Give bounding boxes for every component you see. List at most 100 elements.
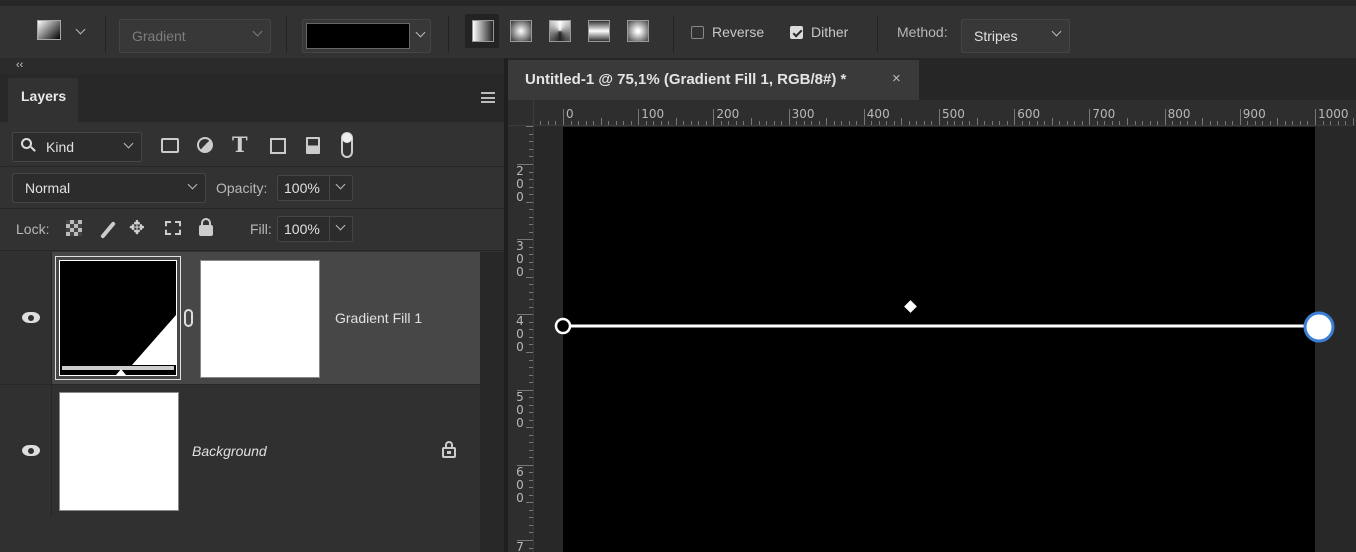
visibility-toggle[interactable] bbox=[0, 252, 52, 384]
lock-icon[interactable] bbox=[442, 441, 456, 458]
lock-all-icon[interactable] bbox=[199, 218, 213, 236]
layer-mask-thumbnail[interactable] bbox=[200, 260, 320, 378]
linear-gradient-icon[interactable] bbox=[472, 20, 494, 42]
ruler-major-tick bbox=[863, 109, 865, 125]
vertical-ruler[interactable]: 2 0 0 3 0 0 4 0 0 5 0 0 6 0 0 7 bbox=[508, 126, 534, 552]
ruler-minor-tick bbox=[529, 336, 533, 338]
ruler-minor-tick bbox=[961, 121, 963, 125]
ruler-major-tick bbox=[1089, 109, 1091, 125]
ruler-minor-tick bbox=[529, 472, 533, 474]
layer-name[interactable]: Background bbox=[192, 443, 267, 459]
filter-kind-dropdown[interactable]: Kind bbox=[12, 132, 142, 162]
ruler-minor-tick bbox=[1307, 121, 1309, 125]
radial-gradient-icon[interactable] bbox=[510, 20, 532, 42]
ruler-label: 800 bbox=[1167, 107, 1191, 121]
lock-image-pixels-icon[interactable] bbox=[100, 221, 116, 239]
lock-transparent-pixels-icon[interactable] bbox=[66, 220, 82, 236]
background-thumbnail[interactable] bbox=[59, 392, 179, 511]
ruler-minor-tick bbox=[1345, 121, 1347, 125]
blend-mode-dropdown[interactable]: Normal bbox=[12, 173, 206, 203]
ruler-minor-tick bbox=[645, 121, 647, 125]
gradient-fill-thumbnail[interactable] bbox=[55, 256, 181, 380]
document-tab-title: Untitled-1 @ 75,1% (Gradient Fill 1, RGB… bbox=[525, 71, 847, 88]
eye-icon[interactable] bbox=[22, 445, 40, 456]
visibility-toggle[interactable] bbox=[0, 385, 52, 517]
ruler-major-tick bbox=[1239, 109, 1241, 125]
ruler-minor-tick bbox=[1269, 121, 1271, 125]
reverse-checkbox[interactable] bbox=[691, 26, 704, 39]
ruler-minor-tick bbox=[529, 532, 533, 534]
tab-layers[interactable]: Layers bbox=[8, 78, 78, 122]
panel-menu-icon[interactable] bbox=[481, 92, 495, 103]
ruler-minor-tick bbox=[1187, 121, 1189, 125]
ruler-minor-tick bbox=[555, 121, 557, 125]
eye-icon[interactable] bbox=[22, 312, 40, 323]
ruler-minor-tick bbox=[1209, 121, 1211, 125]
mask-link-icon[interactable] bbox=[184, 309, 193, 327]
chevron-down-icon[interactable] bbox=[75, 24, 86, 35]
lock-artboard-icon[interactable] bbox=[165, 221, 181, 235]
ruler-minor-tick bbox=[1134, 121, 1136, 125]
ruler-corner[interactable] bbox=[508, 100, 534, 126]
ruler-minor-tick bbox=[653, 121, 655, 125]
ruler-minor-tick bbox=[529, 186, 533, 188]
reverse-label: Reverse bbox=[712, 24, 765, 40]
ruler-minor-tick bbox=[931, 121, 933, 125]
reflected-gradient-icon[interactable] bbox=[588, 20, 610, 42]
chevron-down-icon bbox=[252, 26, 263, 37]
ruler-minor-tick bbox=[529, 194, 533, 196]
ruler-minor-tick bbox=[841, 121, 843, 125]
ruler-label: 4 0 0 bbox=[516, 314, 524, 355]
horizontal-ruler[interactable]: 0 100 200 300 400 500 600 700 800 900 1000 bbox=[508, 100, 1356, 126]
gradient-type-dropdown[interactable]: Gradient bbox=[119, 19, 271, 53]
ruler-minor-tick bbox=[1202, 118, 1204, 125]
ruler-minor-tick bbox=[796, 121, 798, 125]
ruler-minor-tick bbox=[529, 449, 533, 451]
layer-row-gradient-fill[interactable]: Gradient Fill 1 bbox=[0, 252, 480, 384]
fill-value: 100% bbox=[284, 221, 320, 237]
options-bar: Gradient Reverse Dither Method: Stripes bbox=[0, 0, 1356, 58]
ruler-major-tick bbox=[1014, 109, 1016, 125]
close-icon[interactable]: × bbox=[892, 70, 901, 87]
ruler-minor-tick bbox=[984, 121, 986, 125]
gradient-swatch-dropdown[interactable] bbox=[302, 19, 431, 53]
diamond-gradient-icon[interactable] bbox=[627, 20, 649, 42]
dither-checkbox[interactable] bbox=[790, 26, 803, 39]
gradient-preset-icon[interactable] bbox=[37, 20, 61, 40]
ruler-minor-tick bbox=[540, 121, 542, 125]
ruler-minor-tick bbox=[529, 246, 533, 248]
ruler-major-tick bbox=[563, 109, 564, 125]
chevron-down-icon bbox=[187, 179, 198, 190]
ruler-minor-tick bbox=[916, 121, 918, 125]
ruler-minor-tick bbox=[781, 121, 783, 125]
layer-name[interactable]: Gradient Fill 1 bbox=[335, 310, 422, 326]
type-filter-icon[interactable]: T bbox=[232, 132, 248, 157]
filter-kind-label: Kind bbox=[46, 139, 75, 155]
document-canvas[interactable] bbox=[563, 127, 1315, 552]
ruler-minor-tick bbox=[946, 121, 948, 125]
ruler-minor-tick bbox=[593, 121, 595, 125]
document-tab[interactable]: Untitled-1 @ 75,1% (Gradient Fill 1, RGB… bbox=[508, 60, 919, 100]
ruler-major-tick bbox=[638, 109, 640, 125]
lock-position-icon[interactable]: ✥ bbox=[129, 217, 145, 240]
ruler-minor-tick bbox=[698, 121, 700, 125]
layers-scrollbar[interactable] bbox=[480, 252, 504, 552]
image-filter-icon[interactable] bbox=[161, 138, 179, 153]
smart-object-filter-icon[interactable] bbox=[306, 137, 320, 154]
ruler-label: 700 bbox=[1092, 107, 1116, 121]
ruler-minor-tick bbox=[1299, 121, 1301, 125]
method-dropdown[interactable]: Stripes bbox=[961, 19, 1070, 53]
fill-field[interactable]: 100% bbox=[277, 216, 353, 242]
ruler-minor-tick bbox=[529, 231, 533, 233]
ruler-label: 600 bbox=[1017, 107, 1041, 121]
adjustment-filter-icon[interactable] bbox=[197, 137, 213, 153]
layer-row-background[interactable]: Background bbox=[0, 385, 480, 517]
opacity-field[interactable]: 100% bbox=[277, 175, 353, 201]
gradient-stop-marker-icon bbox=[116, 369, 126, 375]
gradient-swatch[interactable] bbox=[306, 23, 410, 49]
shape-filter-icon[interactable] bbox=[270, 138, 286, 154]
ruler-label: 5 0 0 bbox=[516, 389, 524, 430]
angle-gradient-icon[interactable] bbox=[549, 20, 571, 42]
filter-toggle-switch[interactable] bbox=[341, 132, 353, 158]
panel-collapse-button[interactable]: ‹‹ bbox=[0, 58, 504, 74]
